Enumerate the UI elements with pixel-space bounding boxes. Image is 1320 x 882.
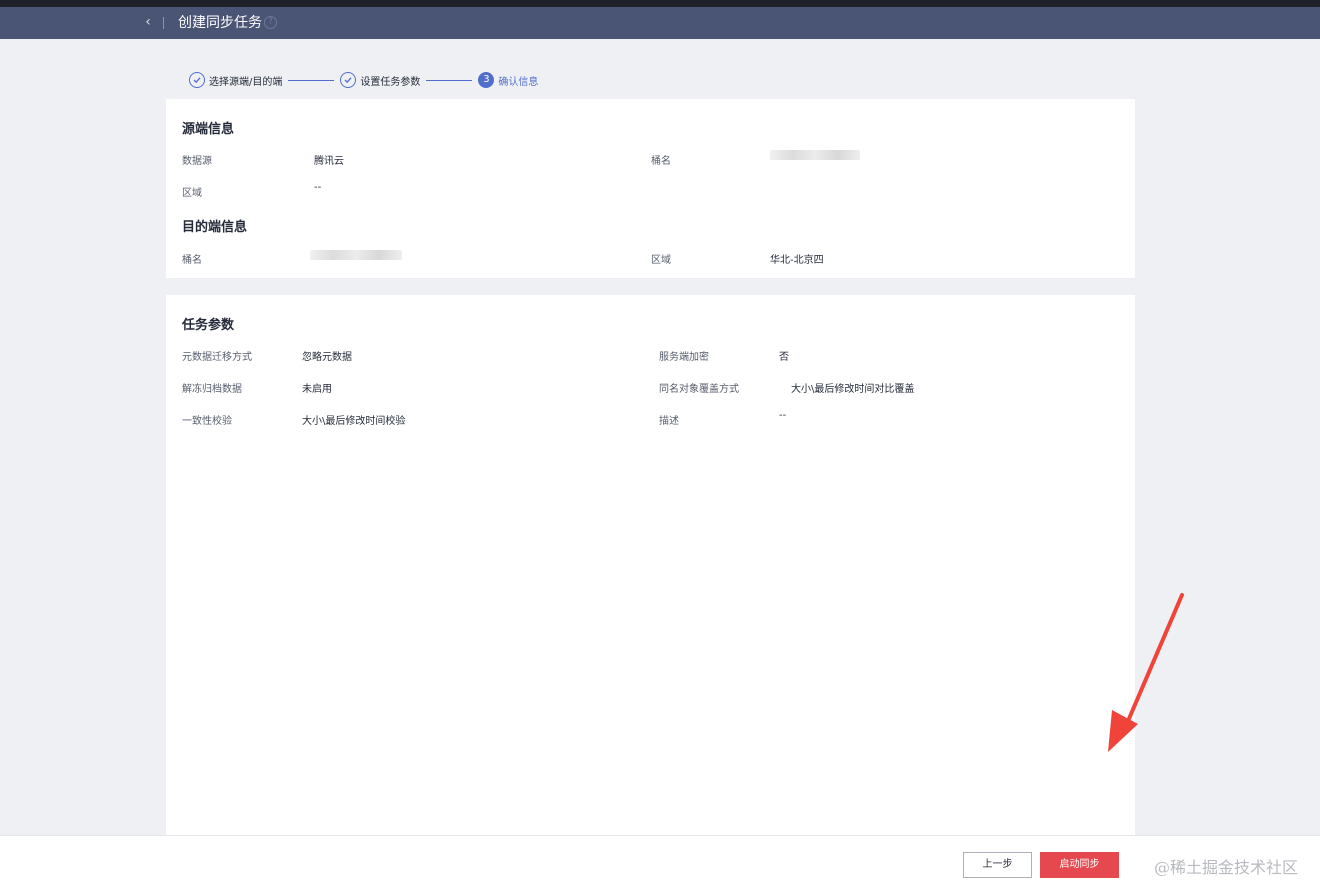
- dest-bucket-value-redacted: [310, 250, 402, 260]
- chevron-left-icon[interactable]: ‹: [140, 13, 156, 31]
- description-value: --: [779, 410, 787, 421]
- dest-bucket-label: 桶名: [182, 255, 202, 266]
- step-3-label: 确认信息: [498, 76, 539, 88]
- page-title: 创建同步任务: [178, 15, 262, 31]
- step-1-label: 选择源端/目的端: [209, 76, 283, 88]
- step-1: 选择源端/目的端: [189, 72, 282, 88]
- step-connector: [288, 79, 335, 81]
- consistency-value: 大小\最后修改时间校验: [302, 416, 406, 427]
- prev-step-button[interactable]: 上一步: [963, 852, 1032, 878]
- consistency-label: 一致性校验: [182, 416, 232, 427]
- source-info-title: 源端信息: [182, 122, 235, 137]
- step-connector: [426, 79, 473, 81]
- check-circle-icon: [340, 72, 357, 88]
- metadata-value: 忽略元数据: [302, 352, 352, 363]
- dest-region-label: 区域: [651, 255, 671, 266]
- source-bucket-value-redacted: [770, 150, 860, 160]
- source-region-label: 区域: [182, 188, 202, 199]
- step-2-label: 设置任务参数: [360, 76, 421, 88]
- thaw-value: 未启用: [302, 384, 332, 395]
- source-data-source-value: 腾讯云: [314, 156, 344, 167]
- description-label: 描述: [659, 416, 679, 427]
- page-header: ‹ 创建同步任务 ?: [0, 7, 1320, 39]
- thaw-label: 解冻归档数据: [182, 384, 242, 395]
- step-indicator: 选择源端/目的端 设置任务参数 3 确认信息: [189, 71, 538, 89]
- source-bucket-label: 桶名: [651, 156, 671, 167]
- encryption-label: 服务端加密: [659, 352, 709, 363]
- source-region-value: --: [314, 182, 322, 193]
- watermark: @稀土掘金技术社区: [1154, 858, 1299, 877]
- overwrite-label: 同名对象覆盖方式: [659, 384, 739, 395]
- task-params-card: 任务参数 元数据迁移方式 忽略元数据 服务端加密 否 解冻归档数据 未启用 同名…: [166, 295, 1135, 835]
- dest-info-title: 目的端信息: [182, 220, 248, 235]
- step-3-number: 3: [478, 72, 495, 88]
- encryption-value: 否: [779, 352, 789, 363]
- overwrite-value: 大小\最后修改时间对比覆盖: [791, 384, 915, 395]
- footer-bar: 上一步 启动同步: [0, 835, 1320, 882]
- top-strip: [0, 0, 1320, 7]
- task-params-title: 任务参数: [182, 318, 235, 333]
- source-dest-card: 源端信息 数据源 腾讯云 桶名 区域 -- 目的端信息 桶名 区域 华北-北京四: [166, 99, 1135, 278]
- question-circle-icon[interactable]: ?: [264, 16, 277, 29]
- red-arrow-annotation: [1108, 593, 1184, 752]
- header-divider: [163, 17, 164, 29]
- check-circle-icon: [189, 72, 205, 88]
- step-3: 3 确认信息: [478, 72, 538, 88]
- step-2: 设置任务参数: [340, 72, 420, 88]
- start-sync-button[interactable]: 启动同步: [1040, 852, 1119, 878]
- source-data-source-label: 数据源: [182, 156, 212, 167]
- metadata-label: 元数据迁移方式: [182, 352, 252, 363]
- dest-region-value: 华北-北京四: [770, 255, 824, 266]
